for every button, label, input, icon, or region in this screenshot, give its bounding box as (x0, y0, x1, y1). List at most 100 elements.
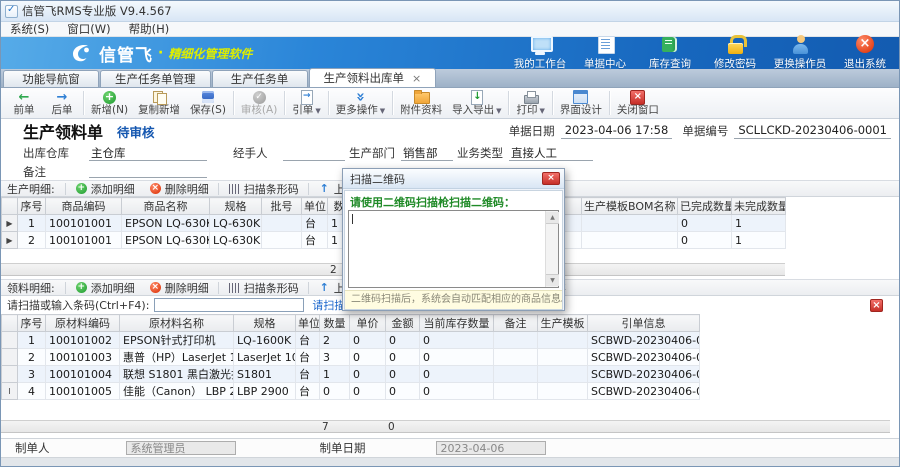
toolbar-button-more-actions[interactable]: 更多操作▼ (331, 89, 390, 118)
toolbar-button-attachments[interactable]: 附件资料 (395, 89, 447, 118)
qr-scan-input[interactable] (348, 210, 559, 288)
column-header[interactable]: 生产模板BOM名称 (582, 198, 678, 215)
add-circle-icon (75, 282, 88, 293)
toolbar-button-print[interactable]: 打印▼ (511, 89, 549, 118)
table-row[interactable]: 1100101002EPSON针式打印机LQ-1600K台2000SCBWD-2… (2, 332, 700, 349)
nav-switch-operator[interactable]: 更换操作员 (772, 35, 828, 71)
table-cell: 1 (732, 215, 786, 232)
close-scan-icon[interactable]: × (870, 299, 883, 312)
toolbar-separator (508, 91, 509, 115)
dialog-close-icon[interactable]: × (542, 172, 560, 185)
nav-inventory-query[interactable]: 库存查询 (642, 35, 698, 71)
prod-scan-barcode-button[interactable]: 扫描条形码 (224, 181, 303, 197)
toolbar-button-ui-design[interactable]: 界面设计 (555, 89, 607, 118)
column-header[interactable]: 金额 (386, 315, 420, 332)
nav-change-password[interactable]: 修改密码 (707, 35, 763, 71)
toolbar-button-copy-add[interactable]: 复制新增 (133, 89, 185, 118)
prod-add-row-button[interactable]: 添加明细 (71, 181, 139, 197)
toolbar-button-save[interactable]: 保存(S) (185, 89, 231, 118)
column-header[interactable]: 备注 (494, 315, 538, 332)
column-header[interactable]: 单位 (296, 315, 320, 332)
column-header[interactable]: 单价 (350, 315, 386, 332)
header-row: 序号原材料编码原材料名称规格单位数量单价金额当前库存数量备注生产模板引单信息 (2, 315, 700, 332)
menu-system[interactable]: 系统(S) (1, 22, 58, 37)
toolbar-button-next-doc[interactable]: 后单 (43, 89, 81, 118)
tab-production-task[interactable]: 生产任务单 (212, 70, 308, 87)
nav-my-workbench[interactable]: 我的工作台 (512, 35, 568, 71)
scrollbar[interactable] (545, 211, 558, 287)
column-header[interactable]: 原材料编码 (46, 315, 120, 332)
mat-add-row-button[interactable]: 添加明细 (71, 280, 139, 296)
column-header[interactable]: 未完成数量 (732, 198, 786, 215)
table-row[interactable]: 2100101003惠普（HP）LaserJet 1020LaserJet 10… (2, 349, 700, 366)
table-row[interactable]: I4100101005佳能（Canon） LBP 2900+ 黑白激LBP 29… (2, 383, 700, 400)
column-header[interactable]: 序号 (18, 315, 46, 332)
mat-scan-barcode-button[interactable]: 扫描条形码 (224, 280, 303, 296)
remark-field[interactable] (89, 163, 207, 178)
column-header[interactable]: 商品编码 (46, 198, 122, 215)
column-header[interactable]: 规格 (234, 315, 296, 332)
table-row[interactable]: 70 (1, 421, 699, 433)
toolbar-button-add-new[interactable]: 新增(N) (86, 89, 133, 118)
document-footer: 制单人 系统管理员 制单日期 2023-04-06 (1, 438, 899, 457)
warehouse-field[interactable]: 主仓库 (89, 146, 207, 161)
document-meta: 单据日期 2023-04-06 17:58 单据编号 SCLLCKD-20230… (509, 123, 891, 139)
table-cell: 0 (386, 383, 420, 400)
column-header[interactable]: 已完成数量 (678, 198, 732, 215)
toolbar-button-pull-order[interactable]: 引单▼ (287, 89, 325, 118)
column-header[interactable]: 当前库存数量 (420, 315, 494, 332)
table-cell (582, 215, 678, 232)
column-header[interactable]: 引单信息 (588, 315, 700, 332)
doc-date-value[interactable]: 2023-04-06 17:58 (561, 123, 673, 139)
column-header[interactable] (2, 198, 18, 215)
toolbar-separator (284, 91, 285, 115)
table-cell: 0 (420, 366, 494, 383)
table-cell (494, 332, 538, 349)
column-header[interactable]: 生产模板 (538, 315, 588, 332)
table-cell: 联想 S1801 黑白激光打印机 (120, 366, 234, 383)
make-date-value: 2023-04-06 (436, 441, 546, 455)
column-header[interactable] (2, 315, 18, 332)
mat-delete-row-button[interactable]: 删除明细 (145, 280, 213, 296)
doc-no-value[interactable]: SCLLCKD-20230406-0001 (734, 123, 891, 139)
table-cell (45, 421, 119, 433)
nav-label: 单据中心 (584, 56, 626, 71)
text-caret (352, 214, 353, 224)
nav-exit-system[interactable]: 退出系统 (837, 35, 893, 71)
table-cell: 100101004 (46, 366, 120, 383)
toolbar-separator (392, 91, 393, 115)
table-cell: 佳能（Canon） LBP 2900+ 黑白激 (120, 383, 234, 400)
tab-function-nav[interactable]: 功能导航窗 (3, 70, 99, 87)
doc-no-label: 单据编号 (682, 123, 728, 139)
tab-production-task-mgmt[interactable]: 生产任务单管理 (100, 70, 211, 87)
dialog-title-bar[interactable]: 扫描二维码 × (343, 169, 564, 189)
column-header[interactable]: 序号 (18, 198, 46, 215)
prod-delete-row-button[interactable]: 删除明细 (145, 181, 213, 197)
column-header[interactable]: 原材料名称 (120, 315, 234, 332)
handler-field[interactable] (283, 146, 345, 161)
toolbar-button-close-window[interactable]: 关闭窗口 (612, 89, 664, 118)
table-cell: 0 (386, 349, 420, 366)
toolbar-button-prev-doc[interactable]: 前单 (5, 89, 43, 118)
barcode-input[interactable] (154, 298, 304, 312)
column-header[interactable]: 数量 (320, 315, 350, 332)
column-header[interactable]: 规格 (210, 198, 262, 215)
column-header[interactable]: 批号 (262, 198, 302, 215)
menu-window[interactable]: 窗口(W) (58, 22, 119, 37)
header-nav: 我的工作台 单据中心 库存查询 修改密码 更换操作员 退出系统 (512, 35, 899, 71)
column-header[interactable]: 商品名称 (122, 198, 210, 215)
toolbar-separator (83, 91, 84, 115)
table-cell: 100101003 (46, 349, 120, 366)
table-row[interactable]: 3100101004联想 S1801 黑白激光打印机S1801台1000SCBW… (2, 366, 700, 383)
nav-document-center[interactable]: 单据中心 (577, 35, 633, 71)
add-circle-icon (75, 183, 88, 194)
tab-close-icon[interactable]: × (412, 73, 421, 84)
column-header[interactable]: 单位 (302, 198, 328, 215)
production-dept-field[interactable]: 销售部 (401, 146, 453, 161)
toolbar-button-import-export[interactable]: 导入导出▼ (447, 89, 506, 118)
menu-help[interactable]: 帮助(H) (120, 22, 179, 37)
table-cell (209, 264, 261, 276)
business-type-field[interactable]: 直接人工 (509, 146, 593, 161)
table-cell (2, 349, 18, 366)
tab-production-material-outbound[interactable]: 生产领料出库单 × (309, 68, 437, 87)
